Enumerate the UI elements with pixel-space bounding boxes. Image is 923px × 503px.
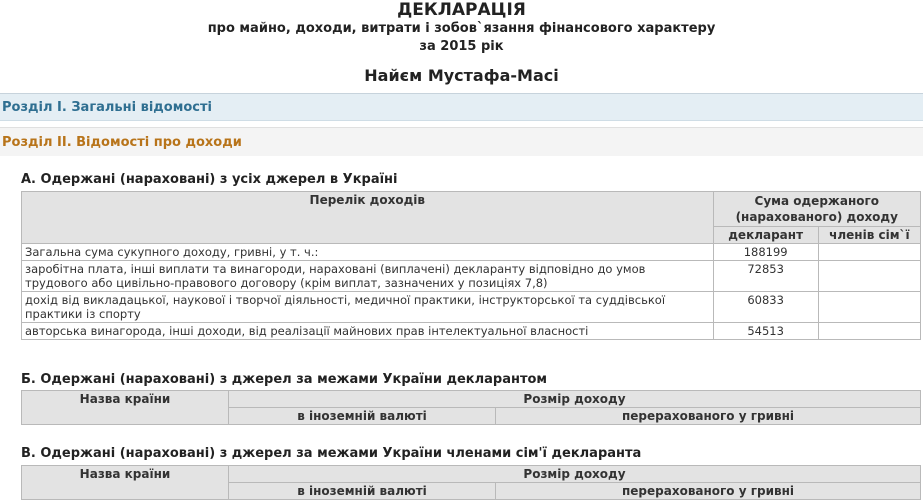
income-label: заробітна плата, інші виплати та винагор… bbox=[21, 260, 714, 292]
doc-title: ДЕКЛАРАЦІЯ bbox=[397, 0, 526, 20]
part-c-title: В. Одержані (нараховані) з джерел за меж… bbox=[21, 446, 642, 461]
table-row: заробітна плата, інші виплати та винагор… bbox=[21, 260, 922, 292]
col-uah: перерахованого у гривні bbox=[495, 482, 921, 500]
declarant-value: 188199 bbox=[712, 243, 819, 261]
col-income-size: Розмір доходу bbox=[228, 465, 921, 483]
col-uah: перерахованого у гривні bbox=[495, 407, 921, 425]
col-family: членів сім`ї bbox=[817, 226, 922, 244]
col-country: Назва країни bbox=[21, 465, 229, 500]
declarant-value: 72853 bbox=[712, 260, 819, 292]
declarant-value: 60833 bbox=[712, 291, 819, 323]
family-value bbox=[817, 243, 922, 261]
family-value bbox=[817, 291, 922, 323]
table-row: дохід від викладацької, наукової і творч… bbox=[21, 291, 922, 323]
col-declarant: декларант bbox=[712, 226, 819, 244]
income-label: авторська винагорода, інші доходи, від р… bbox=[21, 322, 714, 340]
table-row: Загальна сума сукупного доходу, гривні, … bbox=[21, 243, 922, 261]
col-income-sum: Сума одержаного (нарахованого) доходу bbox=[712, 191, 922, 227]
col-country: Назва країни bbox=[21, 390, 229, 425]
col-foreign-currency: в іноземній валюті bbox=[228, 407, 496, 425]
section-income-info[interactable]: Розділ II. Відомості про доходи bbox=[0, 127, 923, 156]
table-row: авторська винагорода, інші доходи, від р… bbox=[21, 322, 922, 340]
col-income-size: Розмір доходу bbox=[228, 390, 921, 408]
col-income-list: Перелік доходів bbox=[21, 191, 714, 244]
doc-subtitle: про майно, доходи, витрати і зобов`язанн… bbox=[207, 21, 716, 36]
family-value bbox=[817, 260, 922, 292]
declaration-header: ДЕКЛАРАЦІЯ про майно, доходи, витрати і … bbox=[0, 0, 923, 86]
declarant-value: 54513 bbox=[712, 322, 819, 340]
part-b-title: Б. Одержані (нараховані) з джерел за меж… bbox=[21, 372, 548, 387]
family-value bbox=[817, 322, 922, 340]
part-a-title: А. Одержані (нараховані) з усіх джерел в… bbox=[21, 172, 398, 187]
col-foreign-currency: в іноземній валюті bbox=[228, 482, 496, 500]
section-general-info[interactable]: Розділ I. Загальні відомості bbox=[0, 93, 923, 121]
income-table-abroad-family: Назва країни Розмір доходу в іноземній в… bbox=[21, 465, 921, 500]
doc-year: за 2015 рік bbox=[419, 39, 504, 54]
income-table-ukraine: Перелік доходів Сума одержаного (нарахов… bbox=[21, 191, 922, 340]
person-name: Найєм Мустафа-Масі bbox=[364, 66, 559, 85]
income-label: Загальна сума сукупного доходу, гривні, … bbox=[21, 243, 714, 261]
income-table-abroad-declarant: Назва країни Розмір доходу в іноземній в… bbox=[21, 390, 921, 425]
income-label: дохід від викладацької, наукової і творч… bbox=[21, 291, 714, 323]
